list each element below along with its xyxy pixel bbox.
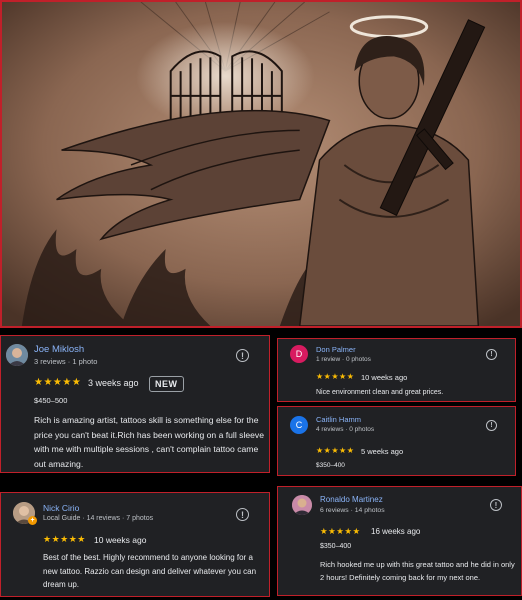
reviewer-meta: Local Guide · 14 reviews · 7 photos [43,515,154,522]
reviewer-avatar[interactable] [6,344,28,366]
star-rating: ★★★★★ [43,534,86,544]
reviewer-name[interactable]: Caitlin Hamm [316,415,361,424]
reviewer-meta: 6 reviews · 14 photos [320,507,385,514]
reviewer-name[interactable]: Ronaldo Martinez [320,495,383,504]
reviewer-meta: 4 reviews · 0 photos [316,426,375,433]
tattoo-illustration [2,2,520,326]
price-range: $350–400 [320,543,352,550]
reviewer-name[interactable]: Joe Miklosh [34,344,84,355]
tattoo-photo [0,0,522,328]
review-card[interactable]: D Don Palmer 1 review · 0 photos ! ★★★★★… [277,338,516,402]
star-rating: ★★★★★ [316,446,355,455]
reviewer-name[interactable]: Nick Cirio [43,503,79,513]
review-card[interactable]: C Caitlin Hamm 4 reviews · 0 photos ! ★★… [277,406,516,476]
review-card[interactable]: Ronaldo Martinez 6 reviews · 14 photos !… [277,486,522,596]
new-badge: NEW [149,376,184,392]
info-icon[interactable]: ! [236,508,249,521]
reviewer-avatar[interactable]: C [290,416,308,434]
star-rating: ★★★★★ [34,377,82,388]
review-text: Best of the best. Highly recommend to an… [43,553,257,589]
review-card[interactable]: + Nick Cirio Local Guide · 14 reviews · … [0,492,270,597]
review-date: 10 weeks ago [361,373,408,382]
review-text: Rich is amazing artist, tattoos skill is… [34,415,264,469]
person-photo-icon [292,495,312,515]
info-icon[interactable]: ! [486,420,497,431]
info-icon[interactable]: ! [486,349,497,360]
reviewer-avatar[interactable] [292,495,312,515]
review-date: 3 weeks ago [88,378,139,388]
review-date: 5 weeks ago [361,447,404,456]
review-card[interactable]: Joe Miklosh 3 reviews · 1 photo ! ★★★★★ … [0,335,270,473]
price-range: $450–500 [34,396,68,405]
review-date: 16 weeks ago [371,527,421,536]
reviewer-meta: 3 reviews · 1 photo [34,357,98,366]
info-icon[interactable]: ! [236,349,249,362]
review-text: Rich hooked me up with this great tattoo… [320,560,515,582]
person-photo-icon [6,344,28,366]
price-range: $350–400 [316,462,345,469]
reviewer-avatar[interactable]: D [290,345,308,363]
star-rating: ★★★★★ [320,526,361,536]
local-guide-badge-icon: + [28,516,37,525]
review-text: Nice environment clean and great prices. [316,389,444,396]
review-date: 10 weeks ago [94,535,147,545]
reviewer-name[interactable]: Don Palmer [316,345,356,354]
info-icon[interactable]: ! [490,499,502,511]
reviewer-meta: 1 review · 0 photos [316,356,371,363]
star-rating: ★★★★★ [316,372,355,381]
